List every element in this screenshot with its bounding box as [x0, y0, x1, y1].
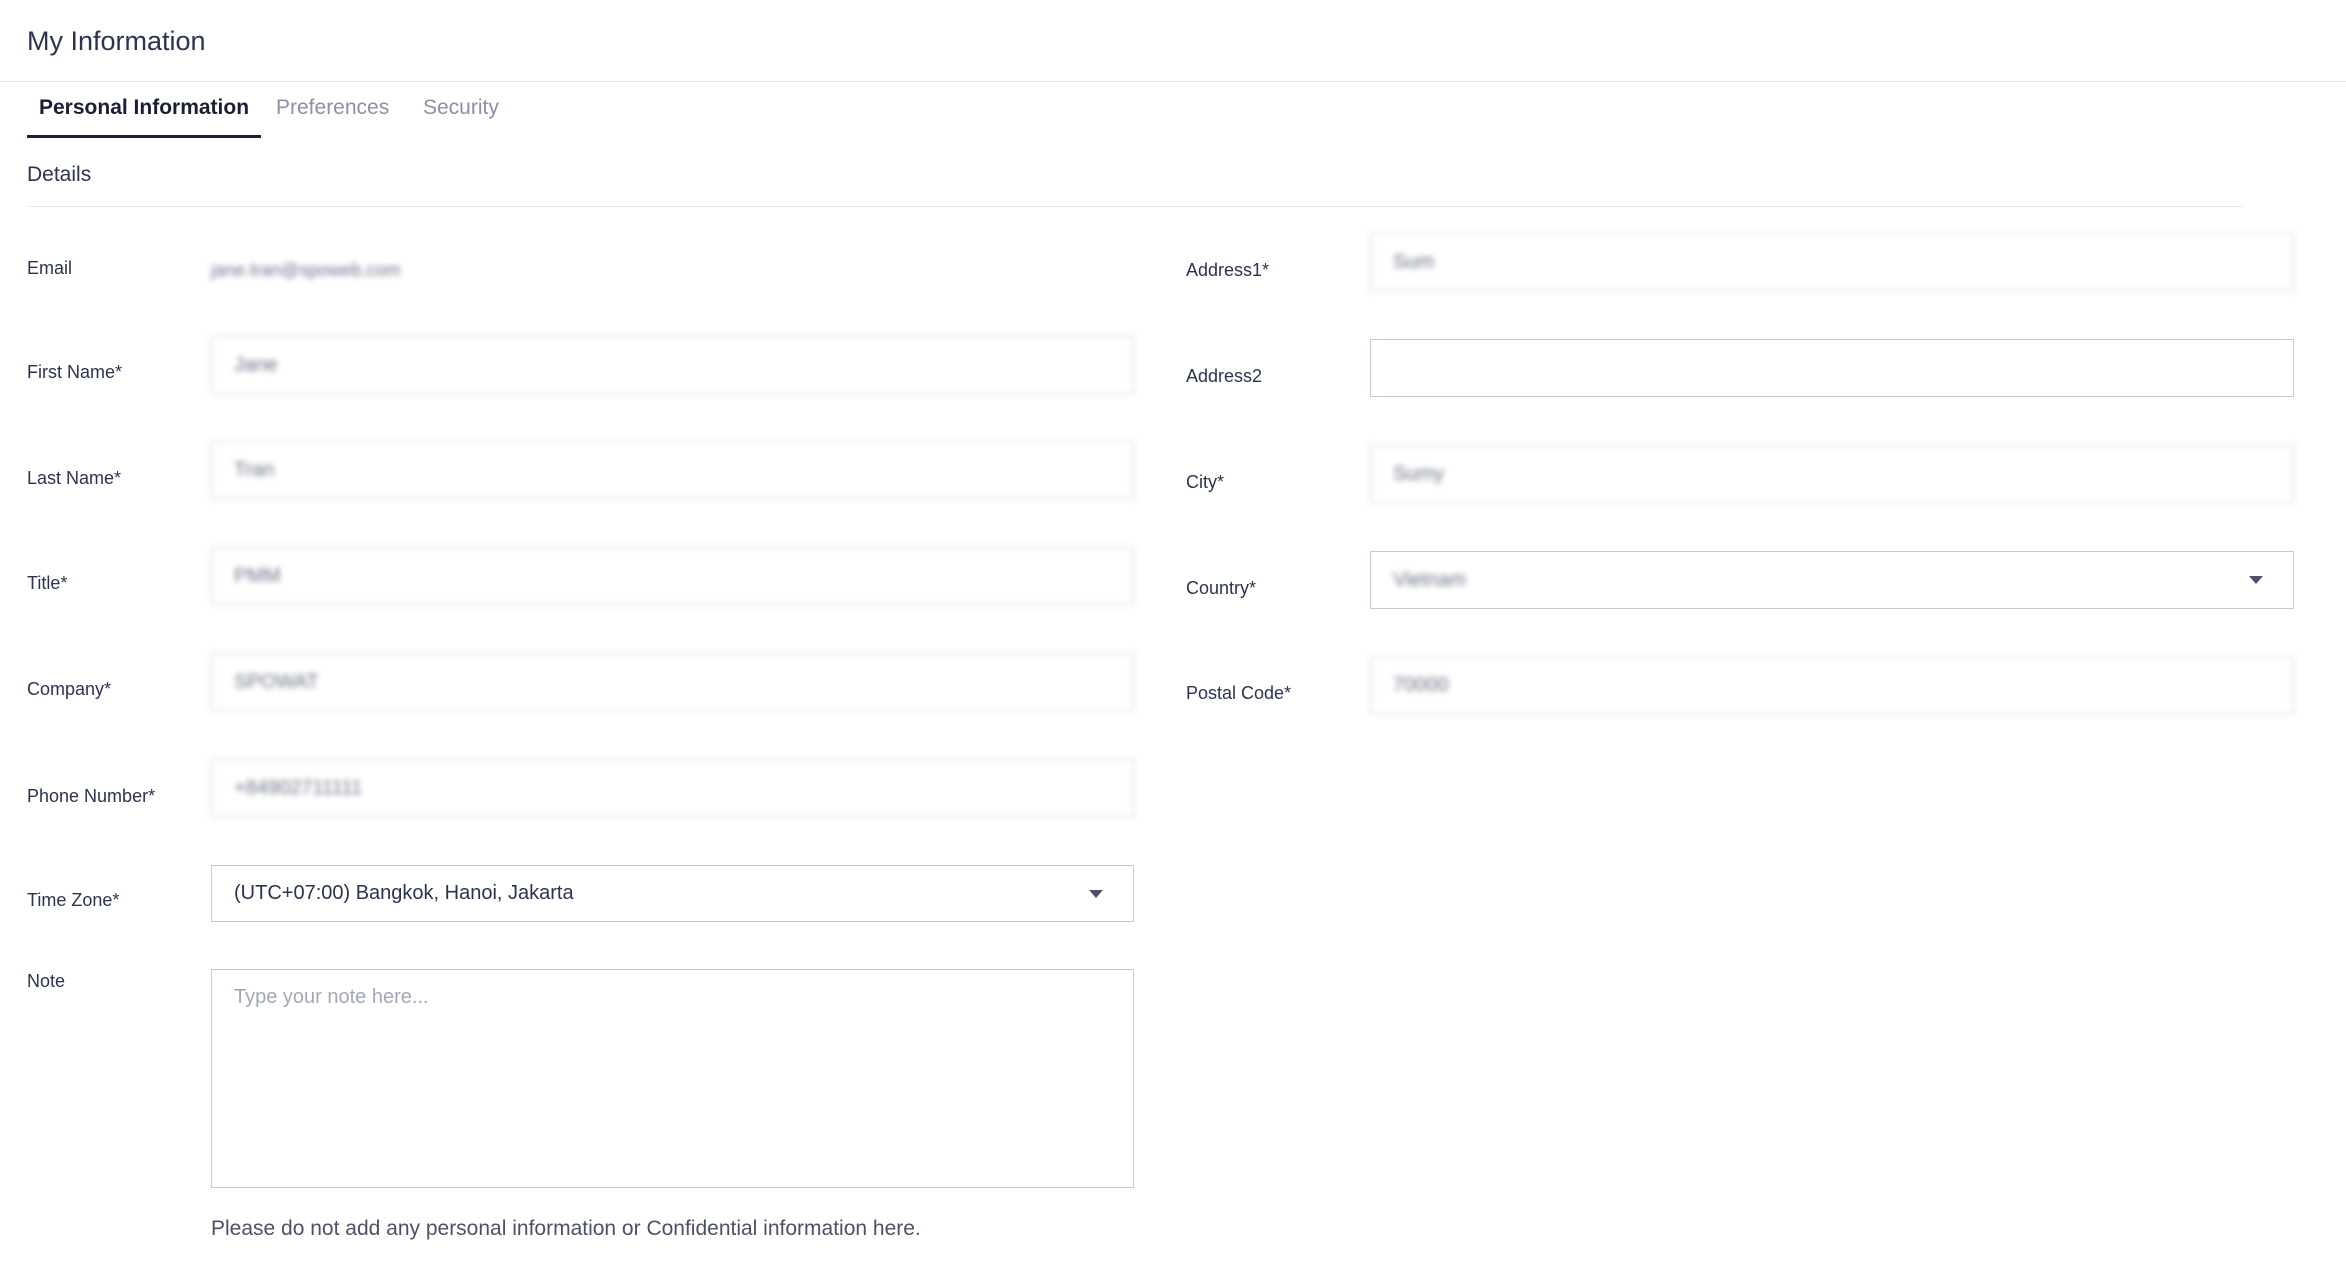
- note-label: Note: [27, 971, 66, 991]
- phone-number-field[interactable]: [211, 759, 1134, 817]
- email-value: jane.tran@spoweb.com: [211, 260, 401, 280]
- chevron-down-icon: [1089, 889, 1103, 898]
- address2-field[interactable]: [1370, 339, 2294, 397]
- country-select[interactable]: Vietnam: [1370, 551, 2294, 609]
- city-label: City*: [1186, 472, 1225, 492]
- country-label: Country*: [1186, 578, 1257, 598]
- page-title: My Information: [27, 26, 206, 56]
- email-label: Email: [27, 258, 73, 278]
- tab-preferences[interactable]: Preferences: [276, 92, 389, 135]
- address2-label: Address2: [1186, 366, 1263, 386]
- company-label: Company*: [27, 679, 112, 699]
- note-textarea[interactable]: [211, 969, 1134, 1188]
- postal-code-field[interactable]: [1370, 657, 2294, 714]
- last-name-field[interactable]: [211, 441, 1134, 499]
- tab-security[interactable]: Security: [423, 92, 499, 135]
- first-name-field[interactable]: [211, 336, 1134, 394]
- time-zone-label: Time Zone*: [27, 890, 120, 910]
- section-divider: [27, 206, 2242, 207]
- tab-personal-information[interactable]: Personal Information: [27, 92, 262, 138]
- phone-number-label: Phone Number*: [27, 786, 156, 806]
- section-title: Details: [27, 163, 92, 186]
- country-value: Vietnam: [1393, 568, 1467, 591]
- title-label: Title*: [27, 573, 68, 593]
- header-divider: [0, 81, 2346, 82]
- company-field[interactable]: [211, 653, 1134, 711]
- last-name-label: Last Name*: [27, 468, 122, 488]
- city-field[interactable]: [1370, 445, 2294, 503]
- first-name-label: First Name*: [27, 362, 123, 382]
- chevron-down-icon: [2249, 576, 2263, 584]
- postal-code-label: Postal Code*: [1186, 683, 1292, 703]
- address1-label: Address1*: [1186, 260, 1270, 280]
- address1-field[interactable]: [1370, 233, 2294, 291]
- note-hint: Please do not add any personal informati…: [211, 1217, 921, 1240]
- time-zone-value: (UTC+07:00) Bangkok, Hanoi, Jakarta: [234, 882, 574, 904]
- title-field[interactable]: [211, 547, 1134, 605]
- time-zone-select[interactable]: (UTC+07:00) Bangkok, Hanoi, Jakarta: [211, 865, 1134, 922]
